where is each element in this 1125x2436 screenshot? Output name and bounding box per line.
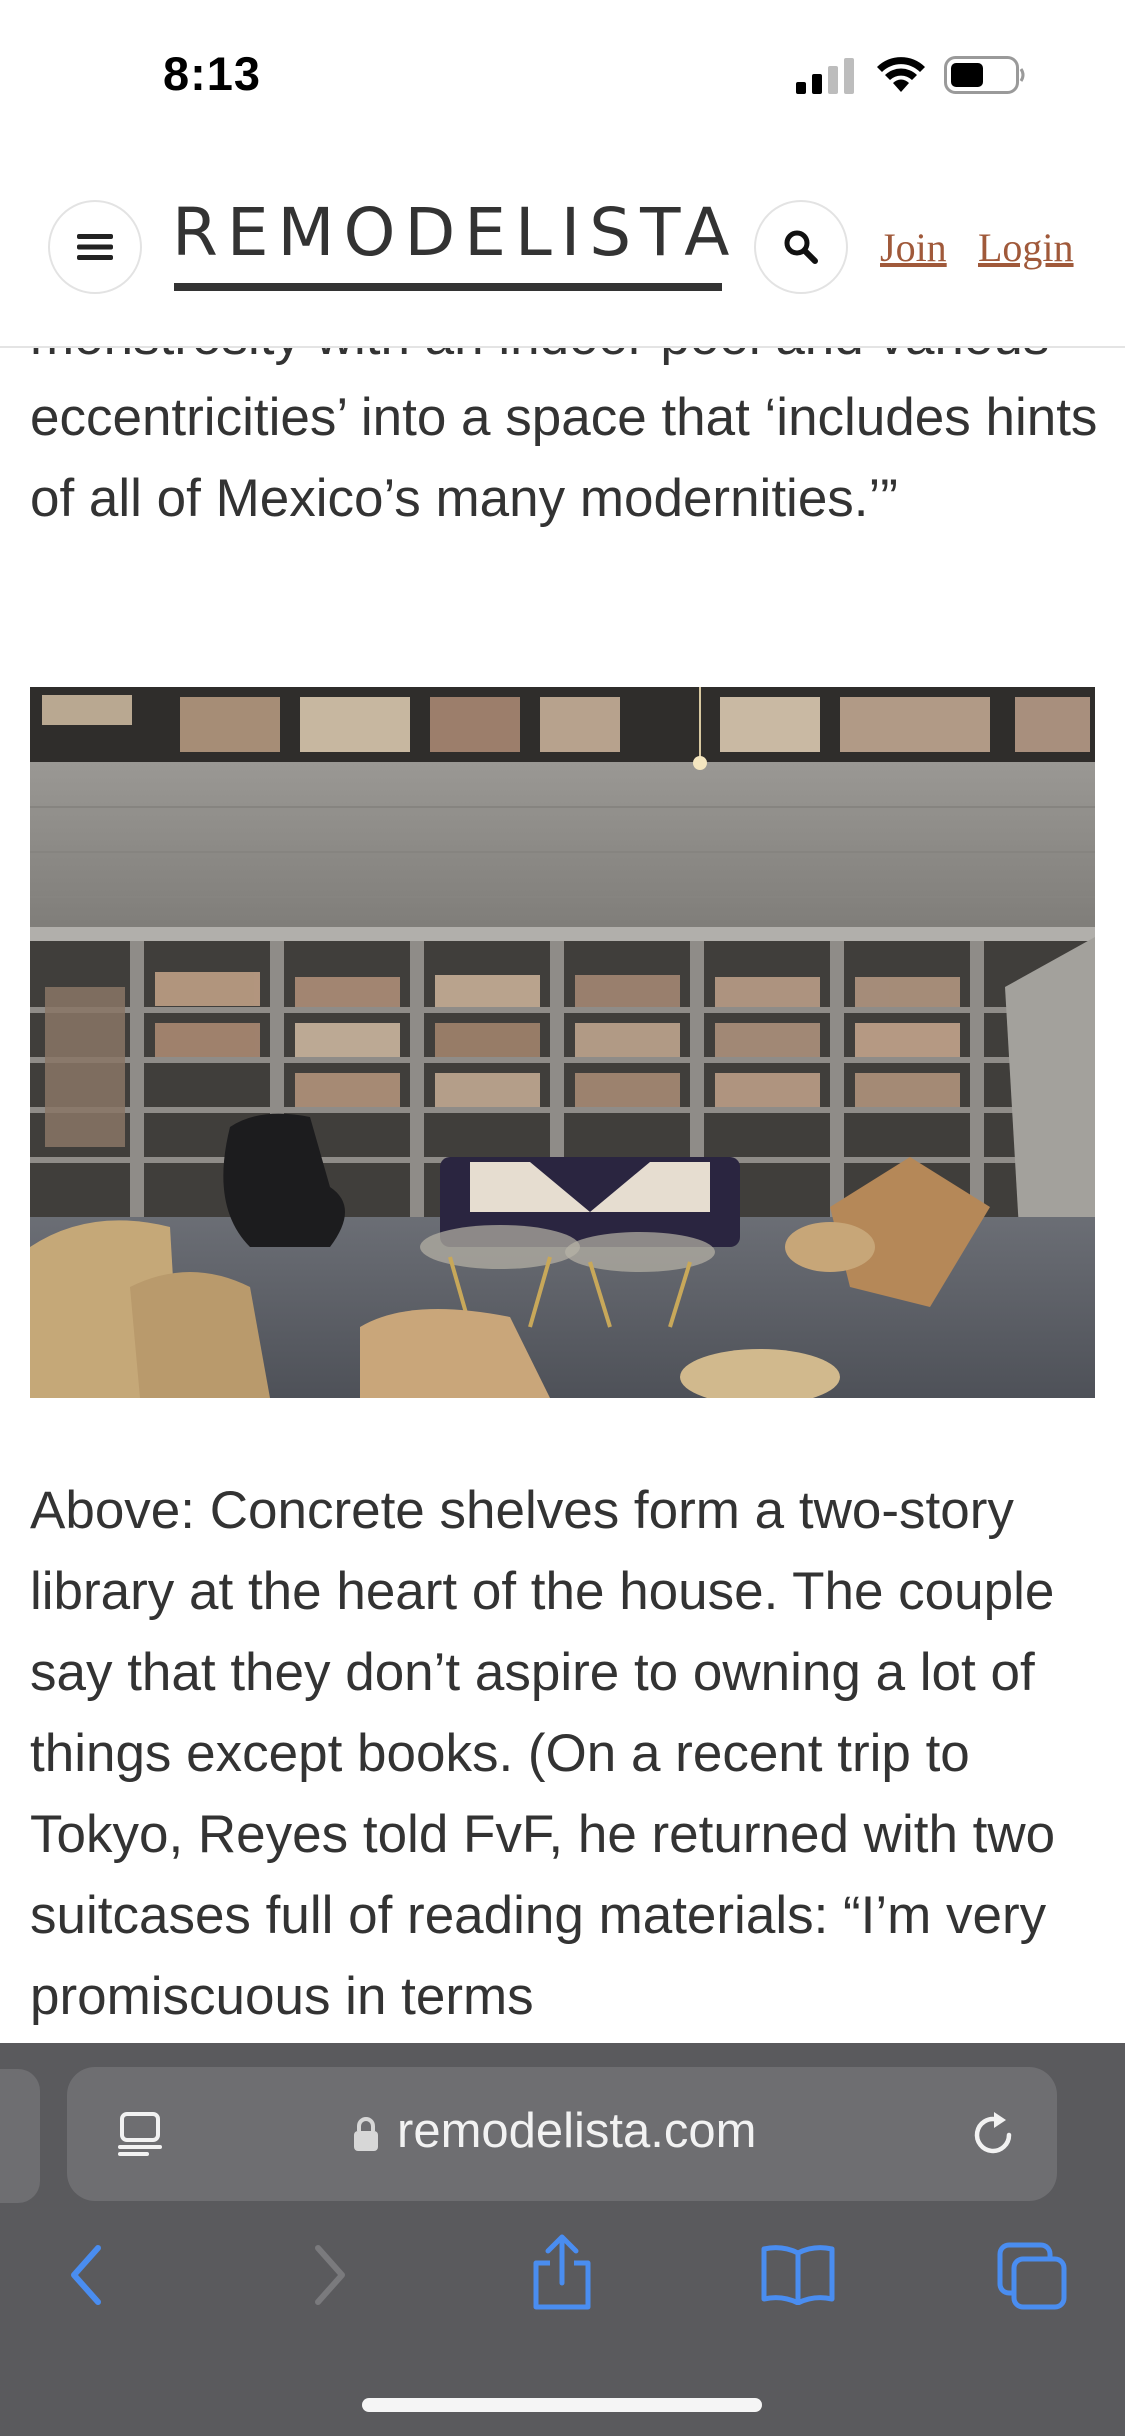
url-text[interactable]: remodelista.com	[397, 2103, 756, 2159]
search-icon	[784, 230, 818, 264]
site-logo[interactable]: REMODELISTA	[172, 200, 738, 266]
site-header: REMODELISTA Join Login	[0, 150, 1125, 348]
reload-icon[interactable]	[967, 2109, 1019, 2161]
wifi-icon	[877, 57, 925, 92]
previous-tab-peek[interactable]	[0, 2069, 40, 2203]
login-link[interactable]: Login	[978, 224, 1074, 271]
reader-icon[interactable]	[117, 2111, 163, 2157]
back-icon[interactable]	[66, 2242, 106, 2308]
lock-icon	[354, 2117, 378, 2151]
forward-icon[interactable]	[310, 2242, 350, 2308]
upper-books	[42, 695, 1090, 752]
bookmarks-icon[interactable]	[760, 2243, 836, 2305]
tabs-icon[interactable]	[996, 2241, 1068, 2311]
logo-underline	[174, 283, 722, 291]
hamburger-icon	[77, 234, 113, 260]
join-link[interactable]: Join	[880, 224, 947, 271]
cellular-signal-icon	[796, 58, 854, 94]
library-photo	[30, 687, 1095, 1398]
photo-caption-paragraph: Above: Concrete shelves form a two-story…	[30, 1481, 1056, 2026]
share-icon[interactable]	[528, 2233, 596, 2313]
status-bar: 8:13	[0, 0, 1125, 150]
battery-icon	[944, 56, 1025, 94]
home-indicator[interactable]	[362, 2398, 762, 2412]
browser-toolbar: remodelista.com	[0, 2043, 1125, 2436]
address-bar[interactable]: remodelista.com	[67, 2067, 1057, 2201]
menu-button[interactable]	[48, 200, 142, 294]
status-time: 8:13	[163, 47, 262, 100]
search-button[interactable]	[754, 200, 848, 294]
